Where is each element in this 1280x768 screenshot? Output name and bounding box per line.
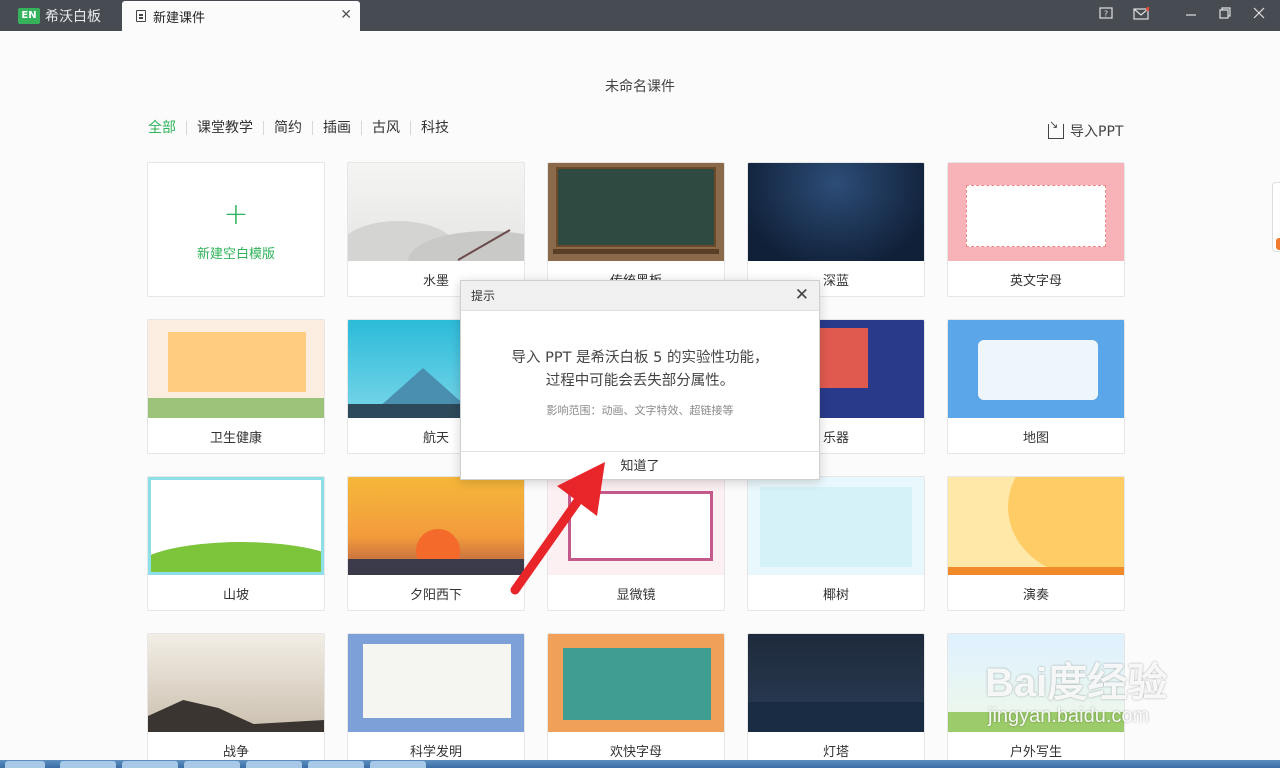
template-label: 灯塔 xyxy=(822,745,849,760)
taskbar-item[interactable] xyxy=(184,761,240,768)
restore-icon[interactable] xyxy=(1216,7,1234,23)
help-icon[interactable]: ? xyxy=(1097,7,1115,23)
template-card[interactable]: 深蓝 xyxy=(747,162,925,297)
template-card[interactable]: 卫生健康 xyxy=(147,319,325,454)
template-card[interactable]: 欢快字母 xyxy=(547,633,725,768)
template-thumbnail xyxy=(948,477,1124,575)
template-thumbnail xyxy=(748,634,924,732)
dialog-title: 提示 xyxy=(471,289,496,303)
template-thumbnail xyxy=(348,634,524,732)
filter-tech[interactable]: 科技 xyxy=(410,121,459,135)
app-tab[interactable]: EN 希沃白板 xyxy=(0,0,120,31)
new-blank-template-label: 新建空白模版 xyxy=(196,247,275,262)
filter-classroom[interactable]: 课堂教学 xyxy=(186,121,263,135)
template-label: 英文字母 xyxy=(1009,274,1062,289)
category-filters: 全部 课堂教学 简约 插画 古风 科技 xyxy=(148,121,459,135)
template-card[interactable]: 椰树 xyxy=(747,476,925,611)
dialog-message: 导入 PPT 是希沃白板 5 的实验性功能， 过程中可能会丢失部分属性。 xyxy=(461,347,819,393)
taskbar-item[interactable] xyxy=(308,761,364,768)
dialog-message-line1: 导入 PPT 是希沃白板 5 的实验性功能， xyxy=(511,350,769,366)
filter-ancient[interactable]: 古风 xyxy=(361,121,410,135)
template-card[interactable]: 科学发明 xyxy=(347,633,525,768)
import-ppt-button[interactable]: 导入PPT xyxy=(1048,118,1124,141)
svg-text:?: ? xyxy=(1104,10,1108,19)
mail-icon[interactable] xyxy=(1132,7,1150,23)
template-thumbnail xyxy=(748,477,924,575)
template-label: 椰树 xyxy=(822,588,849,603)
dialog-close-icon[interactable]: ✕ xyxy=(795,285,809,305)
template-card[interactable]: 山坡 xyxy=(147,476,325,611)
plus-icon: + xyxy=(223,197,249,232)
annotation-arrow-icon xyxy=(510,462,605,595)
template-card[interactable]: 夕阳西下 xyxy=(347,476,525,611)
template-card[interactable]: 战争 xyxy=(147,633,325,768)
os-taskbar xyxy=(0,760,1280,768)
filter-illustration[interactable]: 插画 xyxy=(312,121,361,135)
app-name: 希沃白板 xyxy=(45,8,101,25)
template-card[interactable]: 灯塔 xyxy=(747,633,925,768)
filter-all[interactable]: 全部 xyxy=(148,121,186,135)
template-label: 战争 xyxy=(222,745,249,760)
new-blank-template-card[interactable]: + 新建空白模版 xyxy=(147,162,325,297)
template-label: 夕阳西下 xyxy=(409,588,462,603)
template-label: 户外写生 xyxy=(1009,745,1062,760)
taskbar-item[interactable] xyxy=(246,761,302,768)
close-icon[interactable] xyxy=(1250,7,1268,23)
template-card[interactable]: 演奏 xyxy=(947,476,1125,611)
template-thumbnail xyxy=(348,477,524,575)
template-thumbnail xyxy=(148,634,324,732)
import-ppt-label: 导入PPT xyxy=(1070,124,1124,140)
side-panel-handle[interactable] xyxy=(1272,182,1280,252)
tab-close-icon[interactable]: ✕ xyxy=(340,7,352,23)
template-thumbnail xyxy=(748,163,924,261)
template-thumbnail xyxy=(948,163,1124,261)
template-thumbnail xyxy=(548,634,724,732)
taskbar-item[interactable] xyxy=(370,761,426,768)
template-label: 科学发明 xyxy=(409,745,462,760)
template-thumbnail xyxy=(148,477,324,575)
notice-dialog: 提示 ✕ 导入 PPT 是希沃白板 5 的实验性功能， 过程中可能会丢失部分属性… xyxy=(460,280,820,480)
template-label: 演奏 xyxy=(1022,588,1049,603)
template-card[interactable]: 水墨 xyxy=(347,162,525,297)
page-title[interactable]: 未命名课件 xyxy=(0,76,1280,96)
template-thumbnail xyxy=(348,163,524,261)
template-label: 卫生健康 xyxy=(209,431,262,446)
template-label: 山坡 xyxy=(222,588,249,603)
template-label: 欢快字母 xyxy=(609,745,662,760)
template-card[interactable]: 传统黑板 xyxy=(547,162,725,297)
dialog-message-line2: 过程中可能会丢失部分属性。 xyxy=(545,373,735,389)
import-icon xyxy=(1048,118,1064,139)
filter-simple[interactable]: 简约 xyxy=(263,121,312,135)
title-bar: EN 希沃白板 新建课件 ✕ ? xyxy=(0,0,1280,31)
dialog-subtext: 影响范围：动画、文字特效、超链接等 xyxy=(546,404,734,417)
taskbar-item[interactable] xyxy=(122,761,178,768)
template-thumbnail xyxy=(148,320,324,418)
template-card[interactable]: 地图 xyxy=(947,319,1125,454)
watermark-url: jingyan.baidu.com xyxy=(988,705,1150,727)
minimize-icon[interactable] xyxy=(1182,7,1200,23)
tab-new-courseware[interactable]: 新建课件 ✕ xyxy=(122,1,360,31)
template-label: 地图 xyxy=(1022,431,1049,446)
tab-label: 新建课件 xyxy=(153,10,206,26)
watermark-logo: Bai度经验 xyxy=(985,661,1168,705)
app-logo: EN xyxy=(18,7,40,24)
template-card[interactable]: 英文字母 xyxy=(947,162,1125,297)
document-icon xyxy=(136,10,146,22)
template-thumbnail xyxy=(548,163,724,261)
dialog-header: 提示 ✕ xyxy=(461,281,819,311)
taskbar-item[interactable] xyxy=(60,761,116,768)
template-thumbnail xyxy=(948,320,1124,418)
taskbar-start-button[interactable] xyxy=(5,761,45,768)
